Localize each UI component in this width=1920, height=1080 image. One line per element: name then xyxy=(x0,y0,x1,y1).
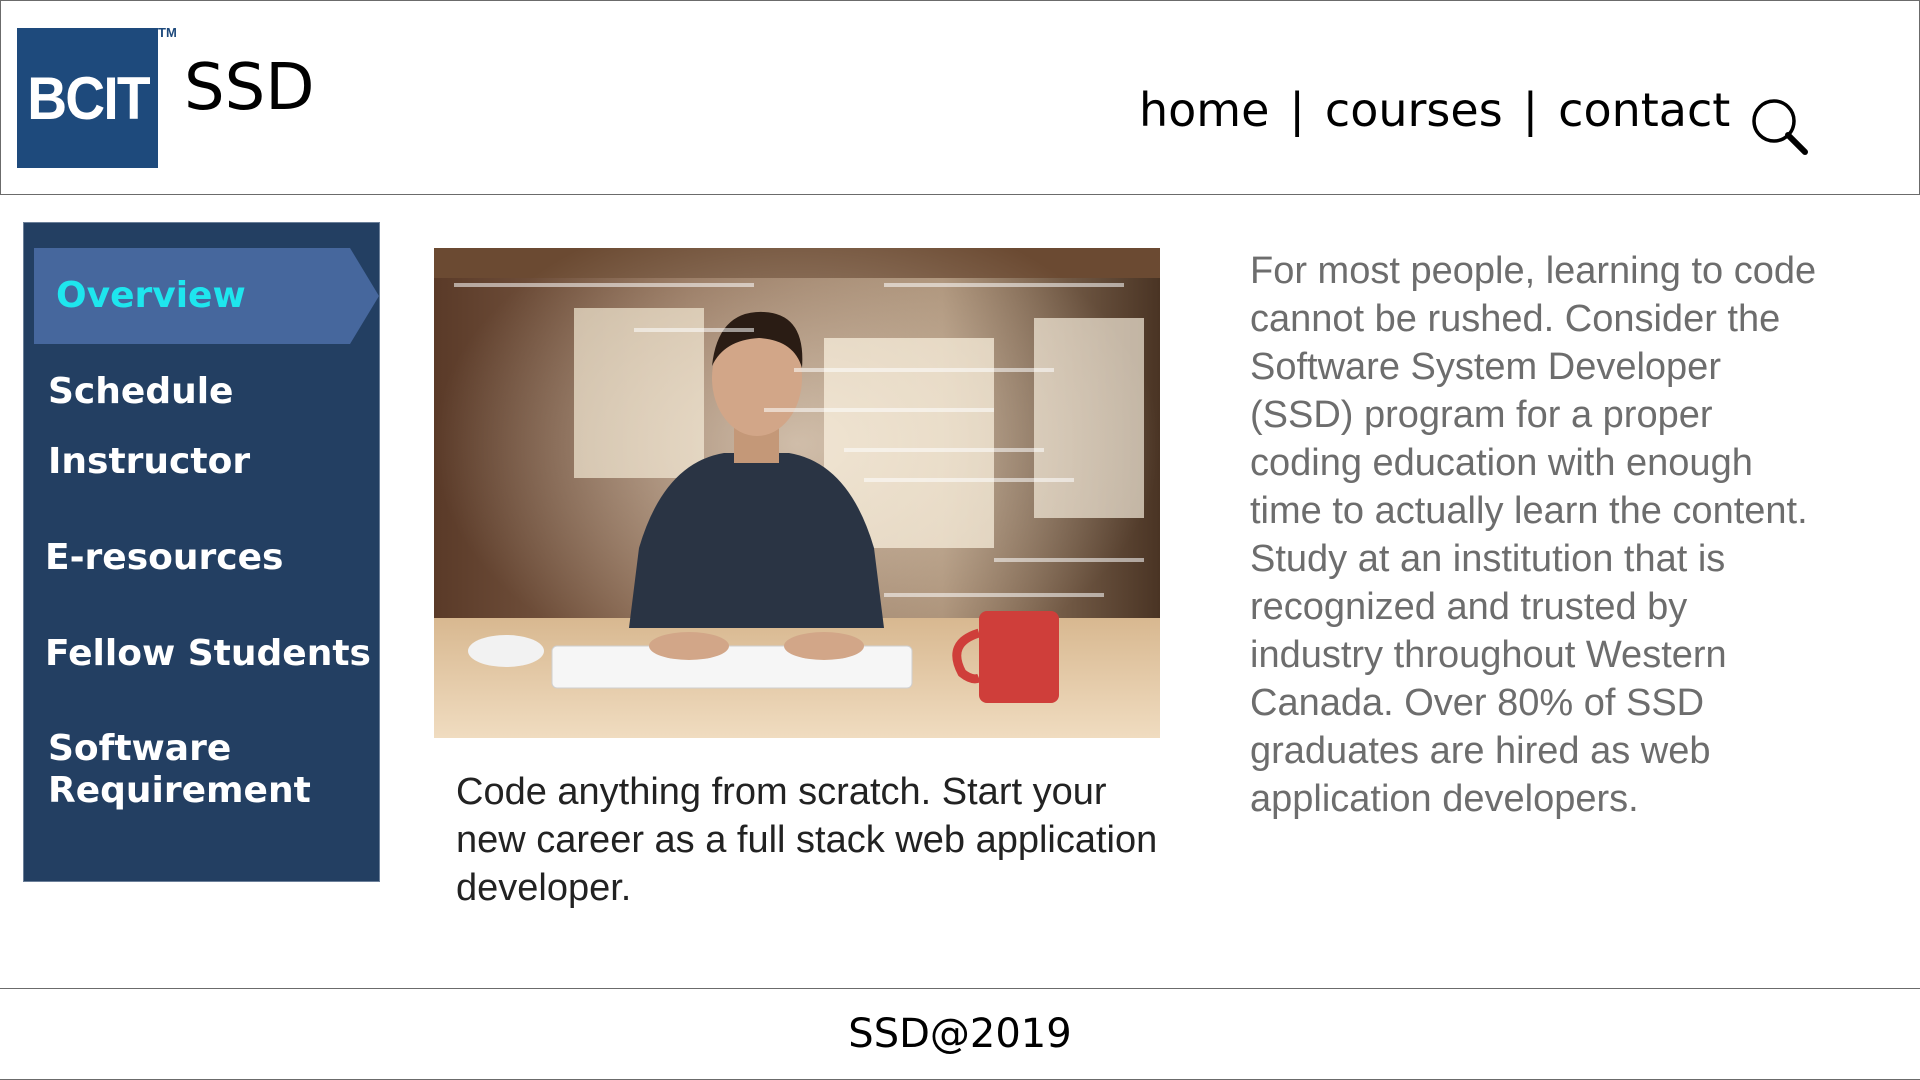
site-title: SSD xyxy=(184,51,315,125)
nav-separator: | xyxy=(1289,83,1305,137)
sidebar-item-label: Instructor xyxy=(48,441,251,482)
developer-photo xyxy=(434,248,1160,738)
nav-contact-link[interactable]: contact xyxy=(1558,87,1730,133)
nav-home-link[interactable]: home xyxy=(1139,87,1269,133)
sidebar-item-label: E-resources xyxy=(45,537,284,578)
bcit-logo[interactable]: BCIT xyxy=(17,28,158,168)
sidebar-item-label: Software xyxy=(48,728,232,769)
logo-trademark: TM xyxy=(158,25,177,40)
nav-courses-link[interactable]: courses xyxy=(1325,87,1503,133)
footer-text: SSD@2019 xyxy=(848,1011,1072,1057)
nav-separator: | xyxy=(1522,83,1539,137)
sidebar-item-instructor[interactable]: Instructor xyxy=(48,441,250,483)
sidebar-item-overview[interactable]: Overview xyxy=(34,248,379,344)
hero-caption: Code anything from scratch. Start your n… xyxy=(456,771,1158,909)
sidebar-item-e-resources[interactable]: E-resources xyxy=(45,537,283,579)
hero-image xyxy=(434,248,1160,738)
sidebar-nav: Overview Schedule Instructor E-resources… xyxy=(23,222,380,882)
sidebar-item-label: Schedule xyxy=(48,371,234,412)
site-header: BCIT TM SSD home | courses | contact xyxy=(0,0,1920,195)
program-description: For most people, learning to code cannot… xyxy=(1250,250,1817,820)
logo-text: BCIT xyxy=(26,64,150,132)
site-footer: SSD@2019 xyxy=(0,988,1920,1080)
sidebar-item-schedule[interactable]: Schedule xyxy=(48,371,233,413)
sidebar-item-software-requirement[interactable]: Software Requirement xyxy=(48,728,311,812)
top-nav: home | courses | contact xyxy=(1139,87,1730,133)
sidebar-item-label: Fellow Students xyxy=(45,633,371,674)
search-icon[interactable] xyxy=(1749,96,1811,158)
sidebar-item-label: Requirement xyxy=(48,770,311,811)
sidebar-item-fellow-students[interactable]: Fellow Students xyxy=(45,633,371,675)
sidebar-item-label: Overview xyxy=(56,275,246,316)
